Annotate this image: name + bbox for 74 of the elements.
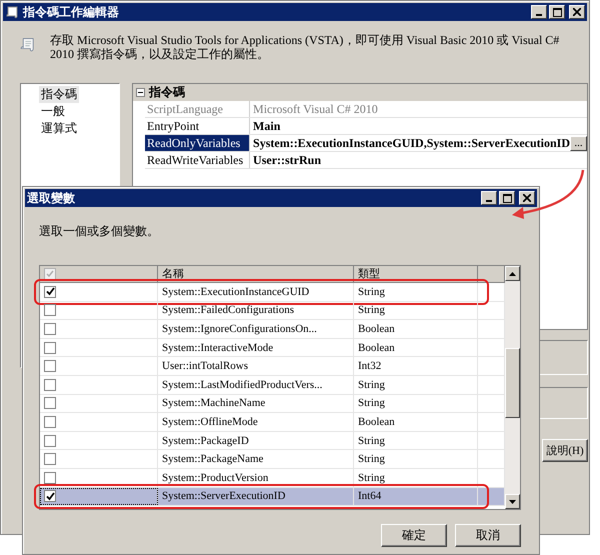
property-value: Microsoft Visual C# 2010 [252,102,379,116]
up-arrow-icon [509,272,516,276]
checkbox[interactable] [44,453,56,466]
table-cell: String [354,394,478,412]
maximize-button[interactable] [499,191,515,205]
table-cell: Boolean [354,413,478,431]
checkbox[interactable] [44,378,56,391]
checkbox[interactable] [44,397,56,410]
property-name[interactable]: ReadWriteVariables [145,152,250,168]
table-cell: Int64 [354,488,478,506]
scroll-thumb[interactable] [505,348,520,418]
close-button[interactable] [519,191,535,205]
table-cell: System::IgnoreConfigurationsOn... [158,320,354,338]
property-name[interactable]: EntryPoint [145,118,250,134]
minimize-button[interactable] [531,5,547,19]
down-arrow-icon [509,500,516,504]
checkbox[interactable] [44,286,56,298]
table-cell: System::OfflineMode [158,413,354,431]
browse-button[interactable]: ... [570,136,587,150]
checkbox[interactable] [44,322,56,335]
table-cell: System::FailedConfigurations [158,302,354,320]
table-cell: String [354,432,478,450]
checkbox[interactable] [44,472,56,484]
table-cell: Boolean [354,338,478,356]
prompt-text: 選取一個或多個變數。 [39,224,159,238]
scroll-down-button[interactable] [505,494,520,509]
scroll-up-button[interactable] [505,266,520,281]
category-label: 指令碼 [149,84,186,101]
checkbox[interactable] [44,360,56,372]
minimize-button[interactable] [481,191,497,205]
maximize-button[interactable] [549,5,565,19]
help-button[interactable]: 說明(H) [542,439,588,462]
checkbox[interactable] [44,342,56,354]
close-button[interactable] [569,5,585,19]
nav-item[interactable]: 指令碼 [39,86,79,103]
dialog-button[interactable]: 取消 [455,524,521,547]
maximize-icon [552,8,562,16]
scroll-icon [5,5,19,19]
table-cell: Int32 [354,357,478,375]
dialog-button[interactable]: 確定 [381,524,447,547]
table-cell: System::ServerExecutionID [158,488,354,506]
description-text: 存取 Microsoft Visual Studio Tools for Applications (VSTA)，即可使用 Visual Basic 2010 或 Visual C# 2010 撰寫指令碼，以及設定工作的屬性。 [50,33,560,63]
table-cell: String [354,468,478,487]
maximize-icon [502,194,512,202]
property-name[interactable]: ReadOnlyVariables [145,135,250,151]
nav-item[interactable]: 一般 [39,103,67,120]
checkbox-icon[interactable] [44,268,56,280]
checkbox[interactable] [44,434,56,447]
property-value: System::ExecutionInstanceGUID,System::ServerExecutionID [252,136,570,150]
window-title: 指令碼工作編輯器 [23,4,120,20]
nav-item[interactable]: 運算式 [39,120,79,137]
checkbox[interactable] [44,416,56,428]
table-cell: String [354,450,478,468]
dialog-title: 選取變數 [27,190,76,206]
table-cell: System::PackageName [158,450,354,468]
checkbox[interactable] [44,490,56,502]
checkbox[interactable] [44,304,56,316]
collapse-icon[interactable] [136,88,146,97]
table-cell: System::LastModifiedProductVers... [158,376,354,394]
table-cell: String [354,376,478,394]
table-cell: System::ProductVersion [158,468,354,487]
table-cell: User::intTotalRows [158,357,354,375]
table-cell: System::ExecutionInstanceGUID [158,283,354,301]
table-cell: String [354,283,478,301]
table-cell: System::MachineName [158,394,354,412]
property-value: Main [252,118,282,134]
table-cell: System::PackageID [158,432,354,450]
close-icon [523,194,531,202]
table-cell: System::InteractiveMode [158,338,354,356]
table-cell: Boolean [354,320,478,338]
scrollbar[interactable] [505,266,520,509]
close-icon [573,8,581,16]
property-value: User::strRun [252,152,322,168]
table-cell: String [354,302,478,320]
